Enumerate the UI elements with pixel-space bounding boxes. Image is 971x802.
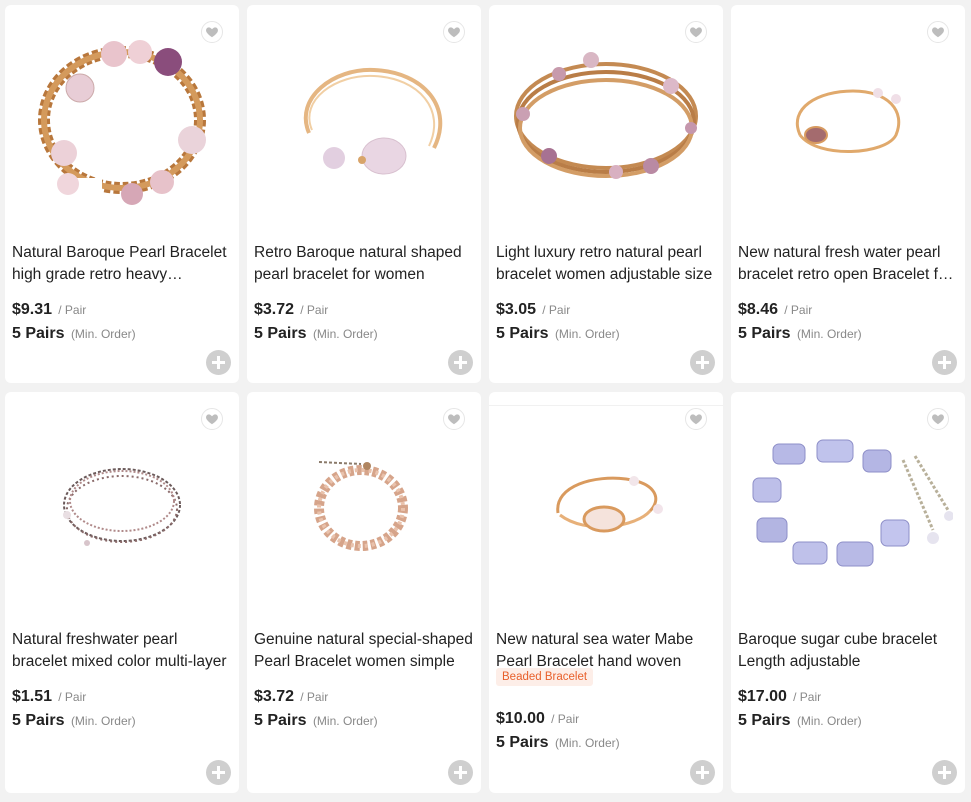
product-card[interactable]: Natural freshwater pearl bracelet mixed …: [5, 392, 239, 793]
min-order-qty: 5 Pairs: [738, 712, 791, 729]
min-order-note: (Min. Order): [312, 714, 378, 728]
add-plus-icon[interactable]: [932, 760, 957, 785]
product-price: $3.05: [496, 301, 537, 318]
favorite-heart-icon[interactable]: [443, 21, 465, 43]
price-row: $8.46 / Pair: [738, 301, 812, 319]
favorite-heart-icon[interactable]: [685, 408, 707, 430]
price-row: $17.00 / Pair: [738, 688, 821, 706]
price-unit: / Pair: [551, 712, 580, 726]
favorite-heart-icon[interactable]: [927, 408, 949, 430]
product-title[interactable]: Natural freshwater pearl bracelet mixed …: [12, 629, 231, 673]
add-plus-icon[interactable]: [690, 760, 715, 785]
min-order-note: (Min. Order): [554, 736, 620, 750]
min-order-note: (Min. Order): [554, 327, 620, 341]
min-order-row: 5 Pairs (Min. Order): [738, 712, 862, 730]
min-order-qty: 5 Pairs: [12, 712, 65, 729]
min-order-row: 5 Pairs (Min. Order): [12, 712, 136, 730]
min-order-row: 5 Pairs (Min. Order): [12, 325, 136, 343]
add-plus-icon[interactable]: [448, 350, 473, 375]
min-order-note: (Min. Order): [70, 714, 136, 728]
product-card[interactable]: Retro Baroque natural shaped pearl brace…: [247, 5, 481, 383]
favorite-heart-icon[interactable]: [927, 21, 949, 43]
price-unit: / Pair: [793, 690, 822, 704]
price-row: $3.72 / Pair: [254, 688, 328, 706]
product-title[interactable]: Genuine natural special-shaped Pearl Bra…: [254, 629, 473, 673]
price-row: $3.72 / Pair: [254, 301, 328, 319]
add-plus-icon[interactable]: [206, 350, 231, 375]
product-title[interactable]: New natural fresh water pearl bracelet r…: [738, 242, 957, 286]
favorite-heart-icon[interactable]: [201, 21, 223, 43]
product-price: $17.00: [738, 688, 787, 705]
price-unit: / Pair: [58, 690, 87, 704]
favorite-heart-icon[interactable]: [201, 408, 223, 430]
product-price: $9.31: [12, 301, 53, 318]
min-order-qty: 5 Pairs: [254, 325, 307, 342]
price-unit: / Pair: [58, 303, 87, 317]
product-card[interactable]: Light luxury retro natural pearl bracele…: [489, 5, 723, 383]
price-unit: / Pair: [784, 303, 813, 317]
price-unit: / Pair: [300, 690, 329, 704]
add-plus-icon[interactable]: [206, 760, 231, 785]
min-order-row: 5 Pairs (Min. Order): [254, 325, 378, 343]
favorite-heart-icon[interactable]: [443, 408, 465, 430]
min-order-note: (Min. Order): [796, 327, 862, 341]
min-order-row: 5 Pairs (Min. Order): [496, 734, 620, 752]
add-plus-icon[interactable]: [448, 760, 473, 785]
min-order-qty: 5 Pairs: [496, 734, 549, 751]
product-price: $8.46: [738, 301, 779, 318]
add-plus-icon[interactable]: [690, 350, 715, 375]
product-card[interactable]: Baroque sugar cube bracelet Length adjus…: [731, 392, 965, 793]
min-order-qty: 5 Pairs: [12, 325, 65, 342]
product-price: $3.72: [254, 688, 295, 705]
product-price: $10.00: [496, 710, 545, 727]
min-order-note: (Min. Order): [796, 714, 862, 728]
favorite-heart-icon[interactable]: [685, 21, 707, 43]
min-order-note: (Min. Order): [312, 327, 378, 341]
product-title[interactable]: Natural Baroque Pearl Bracelet high grad…: [12, 242, 231, 286]
min-order-note: (Min. Order): [70, 327, 136, 341]
price-row: $9.31 / Pair: [12, 301, 86, 319]
add-plus-icon[interactable]: [932, 350, 957, 375]
product-card[interactable]: New natural fresh water pearl bracelet r…: [731, 5, 965, 383]
product-price: $3.72: [254, 301, 295, 318]
product-title[interactable]: Retro Baroque natural shaped pearl brace…: [254, 242, 473, 286]
min-order-row: 5 Pairs (Min. Order): [738, 325, 862, 343]
price-row: $3.05 / Pair: [496, 301, 570, 319]
product-title[interactable]: Baroque sugar cube bracelet Length adjus…: [738, 629, 957, 673]
product-card[interactable]: Genuine natural special-shaped Pearl Bra…: [247, 392, 481, 793]
min-order-qty: 5 Pairs: [738, 325, 791, 342]
min-order-row: 5 Pairs (Min. Order): [254, 712, 378, 730]
min-order-row: 5 Pairs (Min. Order): [496, 325, 620, 343]
product-card[interactable]: New natural sea water Mabe Pearl Bracele…: [489, 392, 723, 793]
min-order-qty: 5 Pairs: [254, 712, 307, 729]
product-card[interactable]: Natural Baroque Pearl Bracelet high grad…: [5, 5, 239, 383]
price-unit: / Pair: [542, 303, 571, 317]
category-tag[interactable]: Beaded Bracelet: [496, 668, 594, 686]
price-row: $10.00 / Pair: [496, 710, 579, 728]
product-title[interactable]: New natural sea water Mabe Pearl Bracele…: [496, 629, 715, 673]
product-title[interactable]: Light luxury retro natural pearl bracele…: [496, 242, 715, 286]
product-price: $1.51: [12, 688, 53, 705]
price-row: $1.51 / Pair: [12, 688, 86, 706]
product-grid: Natural Baroque Pearl Bracelet high grad…: [5, 5, 965, 793]
price-unit: / Pair: [300, 303, 329, 317]
min-order-qty: 5 Pairs: [496, 325, 549, 342]
